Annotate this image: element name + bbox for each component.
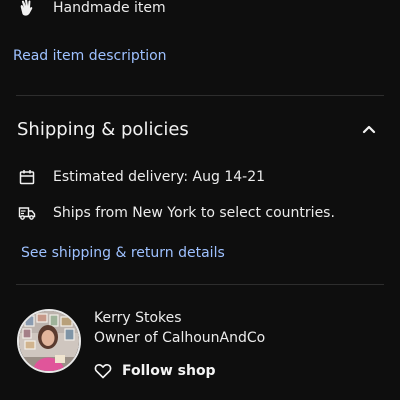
- ships-from: Ships from New York to select countries.: [53, 205, 335, 221]
- seller-avatar[interactable]: [17, 309, 81, 373]
- delivery-row: Estimated delivery: Aug 14-21: [19, 167, 265, 187]
- section-title-shipping: Shipping & policies: [17, 119, 189, 140]
- chevron-up-icon[interactable]: [361, 122, 377, 136]
- estimated-delivery: Estimated delivery: Aug 14-21: [53, 169, 266, 185]
- waving-hand-icon: [18, 0, 34, 17]
- handmade-label: Handmade item: [53, 0, 166, 16]
- shipping-details-link[interactable]: See shipping & return details: [21, 244, 225, 262]
- seller-shop-owner[interactable]: Owner of CalhounAndCo: [94, 329, 265, 347]
- seller-name[interactable]: Kerry Stokes: [94, 309, 182, 327]
- ships-from-row: Ships from New York to select countries.: [18, 203, 335, 223]
- handmade-row: Handmade item: [18, 0, 166, 18]
- truck-icon: [18, 205, 36, 221]
- follow-shop-button[interactable]: Follow shop: [94, 361, 216, 381]
- heart-icon: [94, 363, 112, 379]
- read-description-link[interactable]: Read item description: [13, 47, 167, 65]
- follow-shop-label: Follow shop: [122, 363, 216, 379]
- divider: [16, 95, 384, 96]
- calendar-icon: [19, 169, 35, 185]
- divider: [16, 284, 384, 285]
